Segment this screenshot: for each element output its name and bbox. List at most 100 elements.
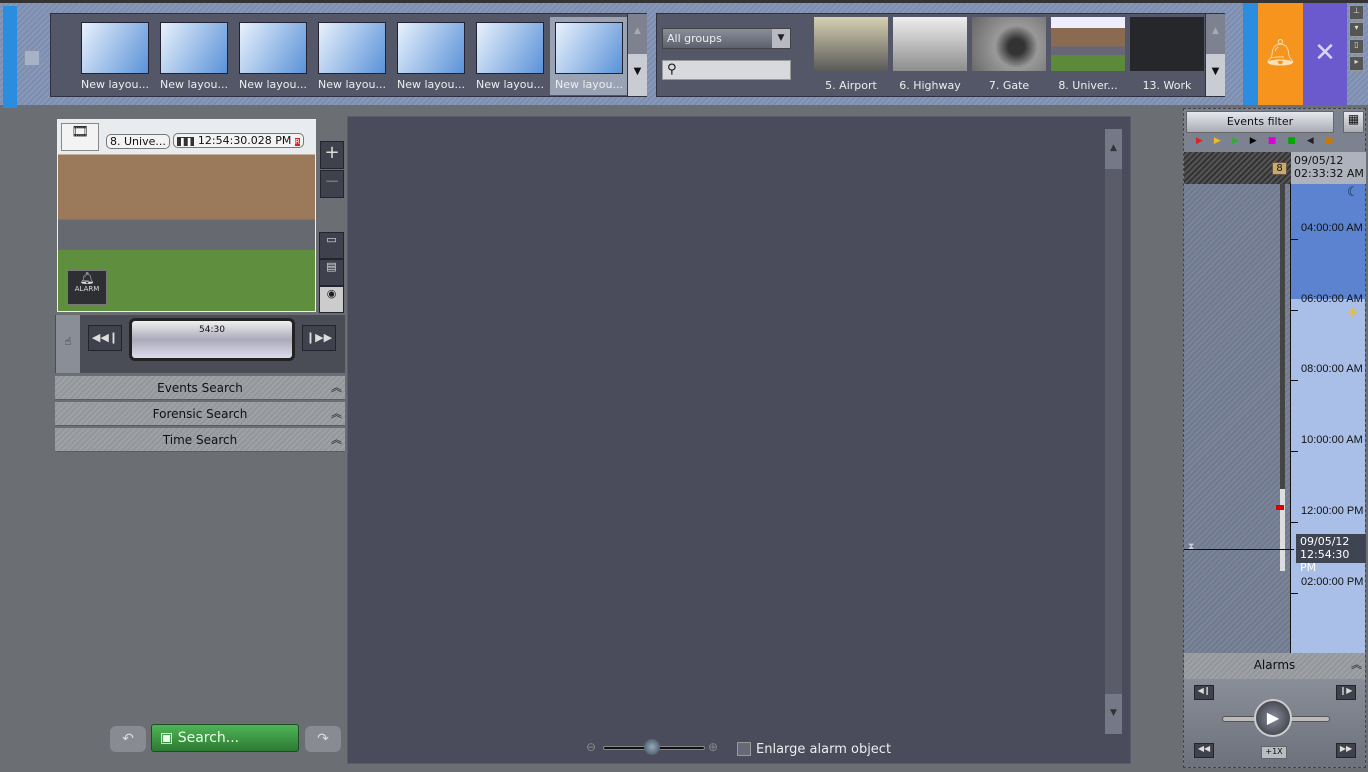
grid-icon[interactable] [24,50,40,66]
layout-thumbnail [476,22,544,74]
collapse-icon: ︽ [331,407,342,420]
collapse-icon: ︽ [1351,658,1362,671]
time-search-header[interactable]: Time Search ︽ [55,428,345,452]
scroll-down-icon[interactable]: ▼ [1206,54,1225,77]
zoom-slider-thumb[interactable] [644,739,660,755]
time-axis [1290,184,1291,653]
alarm-button[interactable]: 🔔︎ ALARM [67,270,107,305]
sun-icon: ☀ [1347,306,1359,321]
fast-forward-button[interactable]: ▶▶ [1336,743,1356,758]
zoom-out-icon[interactable]: ⊖ [586,740,596,754]
pause-icon[interactable]: ❚❚ [177,137,195,146]
recorded-segment [1280,489,1285,571]
timestamp-badge: ❚❚ 12:54:30.028 PM R [173,133,304,148]
scrub-timeline[interactable]: 54:30 [129,318,295,361]
step-forward-button[interactable]: ❙▶ [1336,685,1356,700]
audio-event-icon[interactable]: ◀ [1307,136,1325,146]
monitor-event-icon[interactable]: ■ [1268,136,1288,146]
timeline-track[interactable] [1280,184,1285,504]
time-label: 04:00:00 AM [1301,222,1363,234]
layout-thumbnail [239,22,307,74]
pin-icon[interactable]: ⊥ [1349,5,1364,20]
alarms-header[interactable]: Alarms ︽ [1184,653,1365,679]
speed-label: +1X [1261,746,1287,759]
events-filter-button[interactable]: Events filter [1186,111,1334,133]
play-button[interactable]: ▶ [1254,699,1292,737]
rewind-button[interactable]: ◀◀ [1194,743,1214,758]
group-select[interactable]: All groups ▼ [662,28,791,49]
day-zone [1291,299,1365,653]
camera-item[interactable]: 5. Airport [814,17,888,92]
layout-item-selected[interactable]: New layou... [550,17,628,95]
step-back-button[interactable]: ◀❙ [1194,685,1214,700]
panel-toggle-icon[interactable]: ▯ [1349,39,1364,54]
camera-item[interactable]: 7. Gate [972,17,1046,92]
monitor-icon[interactable]: ▭ [319,232,344,259]
camera-thumbnail [893,17,967,71]
time-label: 06:00:00 AM [1301,293,1363,305]
video-tile[interactable]: 🎞︎ 8. Unive... ❚❚ 12:54:30.028 PM R 🔔︎ AL… [57,119,316,312]
timeline-track-area [1184,184,1291,653]
zoom-out-button[interactable]: − [320,170,344,198]
current-time-line[interactable] [1184,549,1294,550]
layout-item[interactable]: New layou... [313,17,391,95]
layout-thumbnail [318,22,386,74]
scroll-up-icon[interactable]: ▲ [1206,14,1225,54]
alarm-marker[interactable] [1276,505,1284,510]
settings-tab-tools-icon[interactable]: ✕ [1303,3,1347,105]
collapse-icon: ︽ [331,433,342,446]
camera-item[interactable]: 8. Univer... [1051,17,1125,92]
black-event-icon[interactable]: ▶ [1250,136,1268,146]
green-event-icon[interactable]: ▶ [1232,136,1250,146]
forensic-search-header[interactable]: Forensic Search ︽ [55,402,345,426]
scroll-up-icon[interactable]: ▲ [1105,129,1122,169]
back-arrow-button[interactable]: ↶ [110,726,146,752]
calendar-icon[interactable]: ▦ [1343,111,1364,133]
alarm-viewer: ▲ ▼ ⊖ ⊕ Enlarge alarm object [347,116,1131,764]
camera-badge: 8 [1272,162,1287,175]
camera-thumbnail [1051,17,1125,71]
zoom-in-button[interactable]: + [320,141,344,169]
panel-tab-blue[interactable] [3,6,17,108]
zoom-in-icon[interactable]: ⊕ [708,740,718,754]
minimize-icon[interactable]: ▾ [1349,22,1364,37]
layout-item[interactable]: New layou... [234,17,312,95]
camera-item[interactable]: 6. Highway [893,17,967,92]
layouts-scrollbar[interactable]: ▲ ▼ [627,14,647,96]
events-search-header[interactable]: Events Search ︽ [55,376,345,400]
panel-tab-blue-right[interactable] [1243,3,1258,105]
layout-item[interactable]: New layou... [155,17,233,95]
hand-tool-icon[interactable]: ☝︎ [56,315,80,373]
layout-item[interactable]: New layou... [392,17,470,95]
yellow-event-icon[interactable]: ▶ [1214,136,1232,146]
camera-event-icon[interactable]: ■ [1287,136,1307,146]
search-button[interactable]: ▣ Search... [151,724,299,752]
layout-thumbnail [397,22,465,74]
io-event-icon[interactable]: ■ [1325,136,1345,146]
viewer-scrollbar[interactable]: ▲ ▼ [1105,129,1122,734]
cameras-panel: All groups ▼ ⚲ 5. Airport 6. Highway 7. G… [656,13,1225,97]
enlarge-alarm-checkbox[interactable] [737,742,751,756]
red-event-icon[interactable]: ▶ [1196,136,1214,146]
alarms-tab-bell-icon[interactable]: 🔔︎ [1258,3,1303,105]
camera-search-input[interactable]: ⚲ [662,60,791,80]
panel-expand-icon[interactable]: ▸ [1349,56,1364,71]
forward-arrow-button[interactable]: ↷ [305,726,341,752]
film-icon[interactable]: 🎞︎ [61,123,99,151]
camera-item[interactable]: 13. Work [1130,17,1204,92]
time-cursor-handle[interactable]: ⧗ [1188,542,1194,552]
search-icon: ⚲ [667,62,677,77]
eye-icon[interactable]: ◉ [319,286,344,313]
rewind-button[interactable]: ◀◀❙ [88,325,122,351]
archive-icon[interactable]: ▤ [319,259,344,286]
scroll-down-icon[interactable]: ▼ [628,54,647,77]
scroll-down-icon[interactable]: ▼ [1105,694,1122,734]
layout-item[interactable]: New layou... [471,17,549,95]
scroll-up-icon[interactable]: ▲ [628,14,647,54]
layout-item[interactable]: New layou... [76,17,154,95]
cameras-scrollbar[interactable]: ▲ ▼ [1205,14,1225,96]
camera-thumbnail [814,17,888,71]
camera-thumbnail [1130,17,1204,71]
enlarge-alarm-label: Enlarge alarm object [756,742,892,757]
fast-forward-button[interactable]: ❙▶▶ [302,325,336,351]
